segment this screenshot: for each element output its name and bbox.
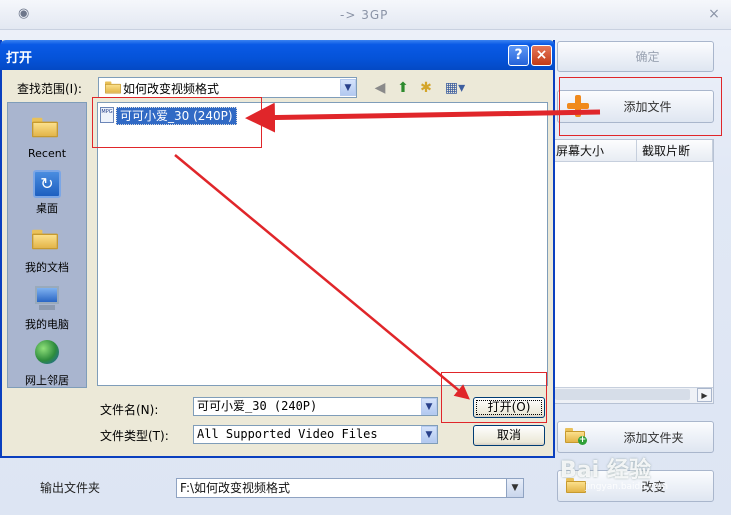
watermark-text: Bai 经验 <box>560 458 651 483</box>
watermark-url: jingyan.baidu.com <box>585 482 669 492</box>
arrow-item-to-open <box>174 154 470 400</box>
arrow-add-file-to-item <box>245 102 601 133</box>
watermark: Bai 经验 <box>560 452 651 484</box>
annotation-arrows <box>174 102 601 400</box>
